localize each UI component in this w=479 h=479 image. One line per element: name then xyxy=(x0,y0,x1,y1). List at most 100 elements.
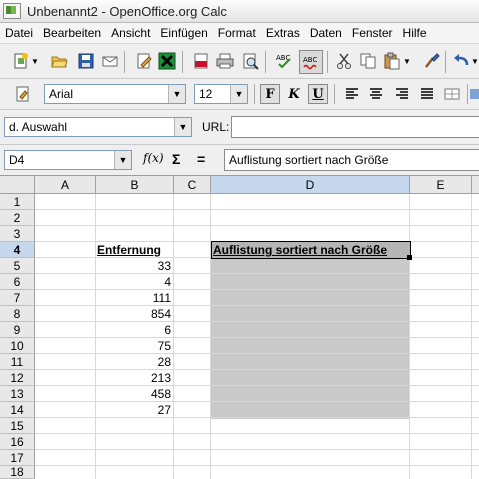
paste-icon[interactable] xyxy=(383,52,401,70)
spellcheck-icon[interactable]: ABC xyxy=(275,52,293,70)
name-box-value: D4 xyxy=(9,153,25,167)
row-header-4[interactable]: 4 xyxy=(0,242,35,258)
row-header-11[interactable]: 11 xyxy=(0,354,35,370)
menu-extras[interactable]: Extras xyxy=(261,26,305,40)
save-icon[interactable] xyxy=(77,52,95,70)
bold-button[interactable]: F xyxy=(260,84,280,104)
window-title: Unbenannt2 - OpenOffice.org Calc xyxy=(27,3,227,19)
row-header-8[interactable]: 8 xyxy=(0,306,35,322)
cell-b10[interactable]: 75 xyxy=(96,338,171,354)
row-header-6[interactable]: 6 xyxy=(0,274,35,290)
fill-handle[interactable] xyxy=(407,255,412,260)
row-header-15[interactable]: 15 xyxy=(0,418,35,434)
print-preview-icon[interactable] xyxy=(241,52,259,70)
column-header-c[interactable]: C xyxy=(174,176,211,194)
menu-hilfe[interactable]: Hilfe xyxy=(398,26,432,40)
font-size-box[interactable]: 12 ▼ xyxy=(194,84,248,104)
menu-fenster[interactable]: Fenster xyxy=(347,26,398,40)
row-header-17[interactable]: 17 xyxy=(0,450,35,466)
formula-bar: D4 ▼ f(x) Σ = Auflistung sortiert nach G… xyxy=(0,145,479,176)
column-header-b[interactable]: B xyxy=(96,176,174,194)
underline-button[interactable]: U xyxy=(308,84,328,104)
column-header-d[interactable]: D xyxy=(211,176,410,194)
spreadsheet-grid[interactable]: A B C D E 1 2 3 4 5 6 7 8 9 10 11 12 13 … xyxy=(0,176,479,479)
export-pdf-icon[interactable] xyxy=(192,52,210,70)
align-left-icon[interactable] xyxy=(343,85,361,103)
column-header-a[interactable]: A xyxy=(35,176,96,194)
row-header-9[interactable]: 9 xyxy=(0,322,35,338)
align-right-icon[interactable] xyxy=(393,85,411,103)
autospellcheck-icon[interactable]: ABC xyxy=(299,50,323,74)
toolbar-overflow-icon[interactable] xyxy=(470,85,479,103)
svg-text:ABC: ABC xyxy=(303,56,317,64)
menu-format[interactable]: Format xyxy=(213,26,261,40)
select-all-corner[interactable] xyxy=(0,176,35,194)
close-doc-icon[interactable] xyxy=(158,52,176,70)
styles-formatting-icon[interactable] xyxy=(14,85,32,103)
standard-toolbar: ▼ ABC ABC ▼ ▼ xyxy=(0,44,479,79)
print-icon[interactable] xyxy=(216,52,234,70)
url-selection-dropdown[interactable]: d. Auswahl ▼ xyxy=(4,117,192,137)
cell-b11[interactable]: 28 xyxy=(96,354,171,370)
cell-b6[interactable]: 4 xyxy=(96,274,171,290)
format-paintbrush-icon[interactable] xyxy=(422,52,440,70)
paste-dropdown-icon[interactable]: ▼ xyxy=(403,52,411,70)
new-dropdown-icon[interactable]: ▼ xyxy=(31,52,39,70)
row-header-13[interactable]: 13 xyxy=(0,386,35,402)
formatting-toolbar: Arial ▼ 12 ▼ F K U xyxy=(0,79,479,110)
cell-b13[interactable]: 458 xyxy=(96,386,171,402)
name-box[interactable]: D4 ▼ xyxy=(4,150,132,170)
cut-icon[interactable] xyxy=(335,52,353,70)
font-name-box[interactable]: Arial ▼ xyxy=(44,84,186,104)
column-header-f-partial[interactable] xyxy=(472,176,479,194)
sum-icon[interactable]: Σ xyxy=(172,151,180,167)
menu-bearbeiten[interactable]: Bearbeiten xyxy=(38,26,106,40)
cell-b14[interactable]: 27 xyxy=(96,402,171,418)
row-header-3[interactable]: 3 xyxy=(0,226,35,242)
url-input[interactable] xyxy=(231,116,479,138)
menu-ansicht[interactable]: Ansicht xyxy=(106,26,155,40)
cell-b8[interactable]: 854 xyxy=(96,306,171,322)
equals-icon[interactable]: = xyxy=(197,151,205,167)
row-header-5[interactable]: 5 xyxy=(0,258,35,274)
edit-file-icon[interactable] xyxy=(135,52,153,70)
align-center-icon[interactable] xyxy=(367,85,385,103)
open-folder-icon[interactable] xyxy=(50,52,68,70)
row-header-14[interactable]: 14 xyxy=(0,402,35,418)
menu-bar: Datei Bearbeiten Ansicht Einfügen Format… xyxy=(0,23,479,44)
cell-b9[interactable]: 6 xyxy=(96,322,171,338)
row-header-1[interactable]: 1 xyxy=(0,194,35,210)
cell-b7[interactable]: 111 xyxy=(96,290,171,306)
font-name-dropdown-icon[interactable]: ▼ xyxy=(168,85,185,103)
url-selection-value: d. Auswahl xyxy=(9,120,68,134)
email-icon[interactable] xyxy=(101,52,119,70)
copy-icon[interactable] xyxy=(359,52,377,70)
undo-dropdown-icon[interactable]: ▼ xyxy=(471,52,479,70)
new-document-icon[interactable] xyxy=(12,52,30,70)
row-header-12[interactable]: 12 xyxy=(0,370,35,386)
formula-input[interactable]: Auflistung sortiert nach Größe xyxy=(224,149,479,171)
cell-d4-active[interactable]: Auflistung sortiert nach Größe xyxy=(211,241,411,259)
row-header-10[interactable]: 10 xyxy=(0,338,35,354)
row-header-18[interactable]: 18 xyxy=(0,465,35,479)
menu-datei[interactable]: Datei xyxy=(0,26,38,40)
selected-range xyxy=(211,242,410,419)
merge-cells-icon[interactable] xyxy=(443,85,461,103)
undo-icon[interactable] xyxy=(452,52,470,70)
function-wizard-icon[interactable]: f(x) xyxy=(143,151,164,165)
justify-icon[interactable] xyxy=(418,85,436,103)
url-selection-dropdown-icon[interactable]: ▼ xyxy=(174,118,191,136)
cell-b5[interactable]: 33 xyxy=(96,258,171,274)
menu-einfuegen[interactable]: Einfügen xyxy=(155,26,212,40)
column-header-e[interactable]: E xyxy=(410,176,472,194)
row-header-2[interactable]: 2 xyxy=(0,210,35,226)
row-header-7[interactable]: 7 xyxy=(0,290,35,306)
cell-b4[interactable]: Entfernung xyxy=(97,242,161,258)
menu-daten[interactable]: Daten xyxy=(305,26,347,40)
italic-button[interactable]: K xyxy=(284,84,304,104)
calc-app-icon xyxy=(3,3,21,19)
row-header-16[interactable]: 16 xyxy=(0,434,35,450)
font-size-dropdown-icon[interactable]: ▼ xyxy=(230,85,247,103)
name-box-dropdown-icon[interactable]: ▼ xyxy=(114,151,131,169)
cell-b12[interactable]: 213 xyxy=(96,370,171,386)
